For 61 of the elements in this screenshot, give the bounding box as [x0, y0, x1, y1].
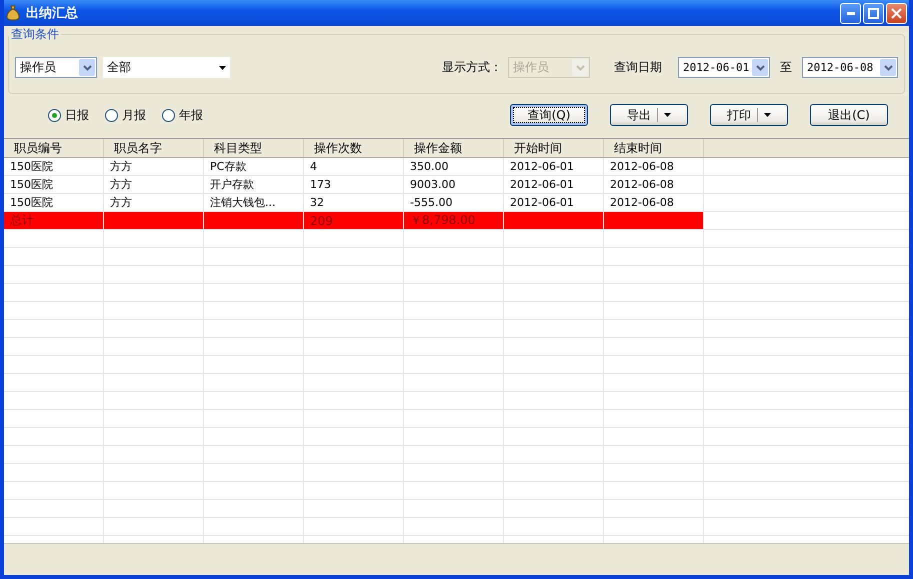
table-cell: 2012-06-01: [504, 158, 604, 175]
table-cell: 2012-06-01: [504, 194, 604, 211]
range-separator: 至: [780, 59, 792, 76]
table-cell: 方方: [104, 158, 204, 175]
report-type-radio[interactable]: 月报: [105, 106, 146, 124]
table-cell: 4: [304, 158, 404, 175]
chevron-down-icon: [82, 64, 92, 70]
total-cell: ￥8,798.00: [404, 212, 504, 229]
maximize-button[interactable]: [863, 2, 884, 24]
table-cell: 2012-06-08: [604, 158, 704, 175]
table-cell: 150医院: [4, 158, 104, 175]
split-button[interactable]: 导出: [610, 104, 688, 126]
caret-icon: [219, 66, 226, 70]
table-cell: 2012-06-08: [604, 194, 704, 211]
table-cell: 方方: [104, 176, 204, 193]
split-button[interactable]: 打印: [710, 104, 788, 126]
end-date-field[interactable]: 2012-06-08: [802, 57, 898, 78]
close-button[interactable]: [886, 2, 907, 24]
caret-icon: [664, 113, 671, 117]
action-button[interactable]: 查询(Q): [510, 104, 588, 126]
report-type-radio[interactable]: 日报: [48, 106, 89, 124]
maximize-icon: [868, 8, 879, 18]
table-cell: 150医院: [4, 176, 104, 193]
table-cell: 173: [304, 176, 404, 193]
table-cell: 150医院: [4, 194, 104, 211]
display-mode-label: 显示方式：: [442, 59, 502, 76]
report-type-radio[interactable]: 年报: [162, 106, 203, 124]
column-header[interactable]: 操作金额: [404, 139, 504, 157]
table-cell: 2012-06-01: [504, 176, 604, 193]
minimize-button[interactable]: [840, 2, 861, 24]
value-dropdown[interactable]: 全部: [103, 57, 230, 78]
chevron-down-icon: [756, 64, 764, 70]
table-cell: PC存款: [204, 158, 304, 175]
close-icon: [891, 8, 902, 18]
chevron-down-icon: [884, 64, 892, 70]
column-header[interactable]: 职员名字: [104, 139, 204, 157]
date-label: 查询日期: [614, 59, 662, 76]
window-title: 出纳汇总: [26, 5, 78, 22]
column-header[interactable]: 职员编号: [4, 139, 104, 157]
column-header[interactable]: 开始时间: [504, 139, 604, 157]
table-cell: -555.00: [404, 194, 504, 211]
table-cell: 2012-06-08: [604, 176, 704, 193]
field-dropdown[interactable]: 操作员: [15, 57, 97, 78]
table-cell: 方方: [104, 194, 204, 211]
total-cell: 总计: [4, 212, 104, 229]
table-cell: 32: [304, 194, 404, 211]
group-title: 查询条件: [10, 26, 60, 43]
table-cell: 350.00: [404, 158, 504, 175]
column-header[interactable]: 操作次数: [304, 139, 404, 157]
caret-icon: [764, 113, 771, 117]
total-cell: 209: [304, 212, 404, 229]
chevron-down-icon: [576, 64, 584, 70]
minimize-icon: [846, 12, 854, 14]
table-cell: 注销大钱包...: [204, 194, 304, 211]
table-cell: 9003.00: [404, 176, 504, 193]
column-header[interactable]: 结束时间: [604, 139, 704, 157]
column-header[interactable]: 科目类型: [204, 139, 304, 157]
action-button[interactable]: 退出(C): [810, 104, 888, 126]
money-bag-icon: [6, 5, 20, 21]
start-date-field[interactable]: 2012-06-01: [678, 57, 770, 78]
table-cell: 开户存款: [204, 176, 304, 193]
